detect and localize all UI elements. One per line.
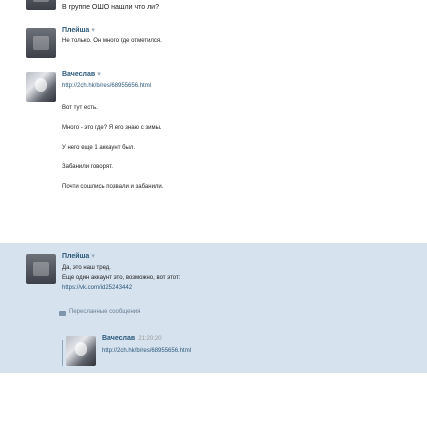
message-text: Забанили говорят. [62, 164, 113, 170]
avatar[interactable] [26, 0, 56, 10]
selected-message[interactable] [0, 243, 427, 373]
timestamp[interactable]: 21:20:20 [138, 336, 161, 342]
avatar[interactable] [26, 72, 56, 102]
message-text: В группе ОШО нашли что ли? [62, 4, 159, 11]
quote-divider [62, 340, 63, 366]
avatar[interactable] [26, 28, 56, 58]
message-text: Не только. Он много где отметился. [62, 38, 162, 44]
author-name[interactable]: Вачеслав ▾ [62, 70, 101, 78]
chevron-down-icon[interactable]: ▾ [97, 71, 101, 78]
forwarded-link[interactable]: http://2ch.hk/b/res/68955656.html [102, 348, 191, 354]
forward-icon [59, 311, 66, 316]
forwarded-label[interactable]: Пересланные сообщения [69, 309, 140, 315]
dialog-page: { "messages": [ { "id": "m0", "text": "В… [0, 0, 427, 430]
message-text: Да, это наш тред. [62, 265, 111, 271]
author-name[interactable]: Плейша ▾ [62, 26, 95, 34]
message-text: Почти сошлись позвали и забанили. [62, 184, 164, 190]
message-link[interactable]: http://2ch.hk/b/res/68955656.html [62, 83, 151, 89]
forwarded-author[interactable]: Вачеслав 21:20:20 [102, 335, 162, 342]
message-text: Вот тут есть. [62, 105, 98, 111]
avatar[interactable] [26, 254, 56, 284]
message-link[interactable]: https://vk.com/id25243442 [62, 285, 132, 291]
message-text: Еще один аккаунт это, возможно, вот этот… [62, 275, 181, 281]
chevron-down-icon[interactable]: ▾ [91, 27, 95, 34]
avatar[interactable] [66, 336, 96, 366]
message-text: Много - это где? Я его знаю с зимы. [62, 125, 162, 131]
author-name[interactable]: Плейша ▾ [62, 252, 95, 260]
message-text: У него еще 1 аккаунт был. [62, 145, 136, 151]
chevron-down-icon[interactable]: ▾ [91, 253, 95, 260]
